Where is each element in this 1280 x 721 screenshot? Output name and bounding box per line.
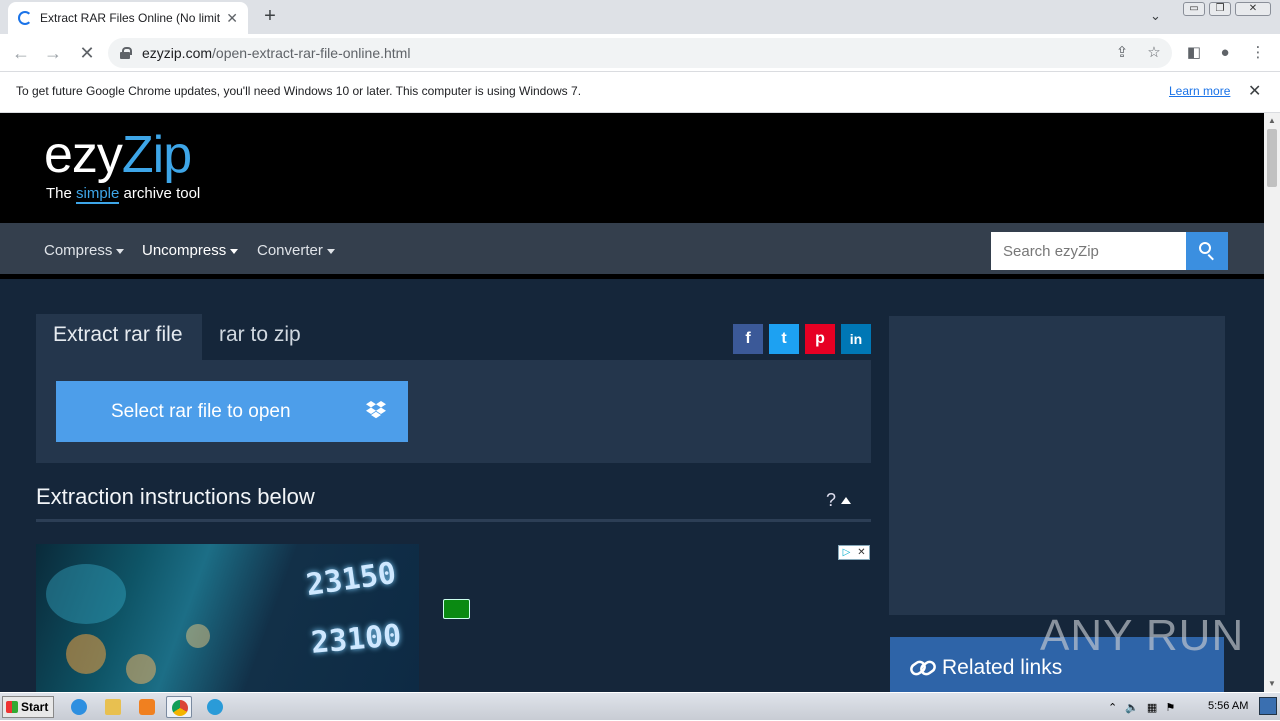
scroll-up-icon: ▲ — [1268, 116, 1276, 125]
restore-button[interactable]: ❐ — [1209, 2, 1231, 16]
chevron-up-icon — [841, 497, 852, 504]
infobar-close-icon[interactable]: ✕ — [1248, 81, 1261, 101]
dropbox-icon[interactable] — [366, 401, 386, 419]
new-tab-button[interactable]: + — [258, 5, 282, 29]
side-panel-icon[interactable]: ◧ — [1184, 43, 1204, 63]
tab-extract-rar[interactable]: Extract rar file — [36, 314, 202, 360]
tab-strip: Extract RAR Files Online (No limits!) ✕ … — [0, 0, 1280, 34]
search-input[interactable] — [991, 232, 1186, 270]
help-icon: ? — [826, 490, 837, 510]
infobar-message: To get future Google Chrome updates, you… — [16, 84, 582, 98]
close-window-button[interactable]: ✕ — [1235, 2, 1271, 16]
linkedin-icon[interactable]: in — [841, 324, 871, 354]
url-path: /open-extract-rar-file-online.html — [212, 45, 411, 61]
chevron-down-icon — [230, 248, 239, 254]
search-button[interactable] — [1186, 232, 1228, 270]
edge-taskbar-icon[interactable] — [202, 696, 228, 718]
profile-icon[interactable]: ● — [1215, 43, 1235, 63]
ad-number-1: 23150 — [304, 555, 399, 604]
select-file-label: Select rar file to open — [111, 401, 291, 422]
browser-toolbar: ← → ✕ ezyzip.com/open-extract-rar-file-o… — [0, 34, 1280, 72]
instructions-title: Extraction instructions below — [36, 484, 315, 509]
tab-title: Extract RAR Files Online (No limits!) — [40, 11, 221, 25]
scrollbar-thumb[interactable] — [1267, 129, 1277, 187]
divider — [36, 519, 871, 522]
forward-icon[interactable]: → — [42, 42, 64, 64]
windows-logo-icon — [6, 701, 18, 713]
update-infobar: To get future Google Chrome updates, you… — [0, 72, 1280, 113]
explorer-taskbar-icon[interactable] — [100, 696, 126, 718]
learn-more-link[interactable]: Learn more — [1169, 84, 1230, 98]
nav-compress[interactable]: Compress — [44, 242, 125, 259]
back-icon[interactable]: ← — [10, 42, 32, 64]
page-scrollbar[interactable]: ▲ ▼ — [1264, 113, 1280, 692]
upload-panel: Select rar file to open — [36, 360, 871, 463]
show-desktop-button[interactable] — [1259, 697, 1277, 715]
main-navbar: Compress Uncompress Converter — [0, 223, 1264, 279]
logo-zip: Zip — [121, 126, 192, 184]
network-icon[interactable]: ▦ — [1147, 701, 1157, 714]
site-header: ezyZip The simple archive tool — [0, 113, 1264, 223]
ad-choices-icon[interactable]: ▷ ✕ — [838, 545, 870, 560]
pinterest-icon[interactable]: p — [805, 324, 835, 354]
tab-close-icon[interactable]: ✕ — [226, 10, 238, 27]
chevron-down-icon — [326, 248, 335, 254]
search-icon — [1199, 242, 1211, 254]
ie-taskbar-icon[interactable] — [66, 696, 92, 718]
tab-rar-to-zip[interactable]: rar to zip — [202, 314, 318, 360]
loading-icon — [18, 11, 32, 25]
start-button[interactable]: Start — [2, 696, 54, 718]
anyrun-watermark: ANY RUN — [1040, 611, 1245, 660]
share-icon[interactable]: ⇪ — [1112, 43, 1132, 63]
logo-ezy: ezy — [44, 126, 123, 184]
menu-icon[interactable]: ⋮ — [1248, 43, 1268, 63]
scroll-down-icon: ▼ — [1268, 679, 1276, 688]
facebook-icon[interactable]: f — [733, 324, 763, 354]
chrome-taskbar-icon[interactable] — [166, 696, 192, 718]
url-host: ezyzip.com — [142, 45, 213, 61]
tray-expand-icon[interactable]: ⌃ — [1108, 701, 1117, 714]
twitter-icon[interactable]: t — [769, 324, 799, 354]
address-bar[interactable]: ezyzip.com/open-extract-rar-file-online.… — [108, 38, 1172, 68]
ad-image[interactable]: 23150 23100 — [36, 544, 419, 692]
tab-search-icon[interactable]: ⌄ — [1150, 8, 1161, 24]
minimize-button[interactable]: ▭ — [1183, 2, 1205, 16]
ad-button[interactable] — [443, 599, 470, 619]
nav-converter[interactable]: Converter — [257, 242, 335, 259]
ad-number-2: 23100 — [309, 618, 403, 661]
lock-icon[interactable] — [120, 47, 132, 59]
windows-taskbar: Start ⌃ 🔈 ▦ ⚑ 5:56 AM — [0, 692, 1280, 720]
nav-uncompress[interactable]: Uncompress — [142, 242, 239, 259]
bookmark-star-icon[interactable]: ☆ — [1144, 43, 1164, 63]
media-player-taskbar-icon[interactable] — [134, 696, 160, 718]
instructions-toggle[interactable]: ? — [826, 490, 852, 511]
action-center-flag-icon[interactable]: ⚑ — [1165, 701, 1175, 714]
logo-tagline: The simple archive tool — [46, 185, 201, 204]
chevron-down-icon — [116, 248, 125, 254]
system-tray: ⌃ 🔈 ▦ ⚑ — [1108, 693, 1175, 721]
volume-icon[interactable]: 🔈 — [1125, 701, 1139, 714]
sidebar-ad-slot — [889, 316, 1225, 615]
link-icon — [910, 660, 936, 676]
page-content: ezyZip The simple archive tool Compress … — [0, 113, 1264, 692]
ezyzip-logo[interactable]: ezyZip The simple archive tool — [44, 125, 200, 204]
browser-tab[interactable]: Extract RAR Files Online (No limits!) ✕ — [8, 2, 248, 34]
select-file-button[interactable]: Select rar file to open — [56, 381, 408, 442]
stop-icon[interactable]: ✕ — [76, 42, 98, 64]
taskbar-clock[interactable]: 5:56 AM — [1208, 700, 1248, 712]
